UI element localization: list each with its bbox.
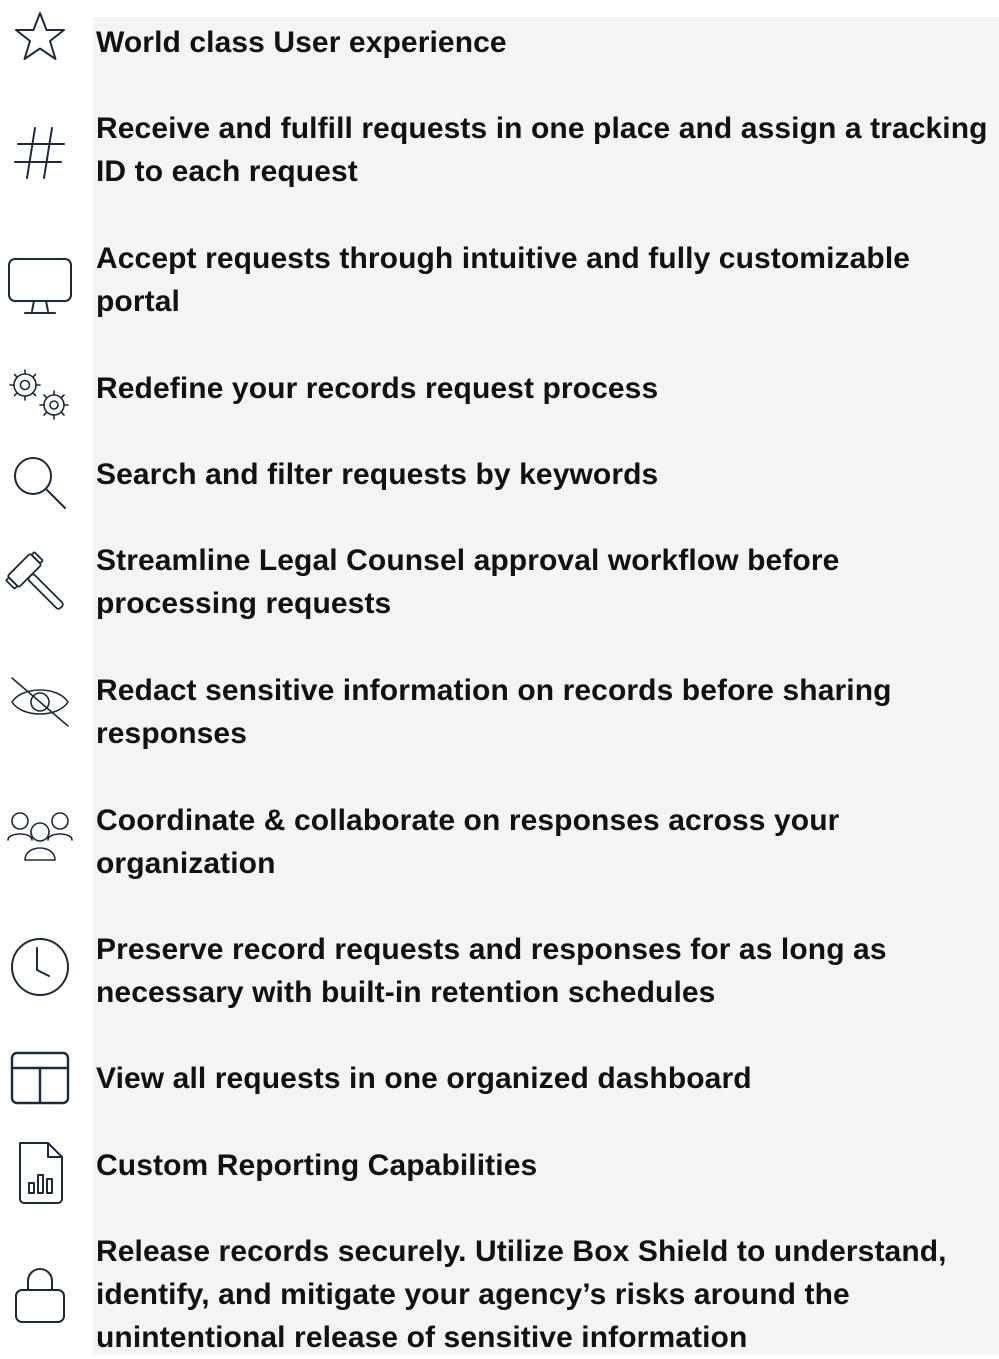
eye-slash-icon [0,670,80,734]
hashtag-icon [0,120,80,184]
feature-text-dashboard: View all requests in one organized dashb… [96,1062,752,1095]
feature-text-release-securely: Release records securely. Utilize Box Sh… [96,1235,947,1354]
feature-text-search-filter: Search and filter requests by keywords [96,458,659,491]
users-icon [0,806,80,866]
clock-icon [0,934,80,1000]
feature-text-coordinate: Coordinate & collaborate on responses ac… [96,804,840,880]
feature-text-redefine-process: Redefine your records request process [96,372,659,405]
feature-text-retention: Preserve record requests and responses f… [96,933,887,1009]
feature-text-redact: Redact sensitive information on records … [96,674,892,750]
feature-text-portal: Accept requests through intuitive and fu… [96,242,911,318]
gavel-icon [0,548,80,624]
monitor-icon [0,254,80,320]
feature-text-user-experience: World class User experience [96,26,507,59]
layout-icon [0,1048,80,1108]
lock-icon [0,1262,80,1328]
report-file-icon [0,1136,80,1208]
feature-text-legal-counsel: Streamline Legal Counsel approval workfl… [96,544,840,620]
feature-text-tracking-id: Receive and fulfill requests in one plac… [96,112,988,188]
search-icon [0,450,80,516]
gears-icon [0,365,80,425]
star-icon [0,8,80,68]
feature-text-reporting: Custom Reporting Capabilities [96,1149,538,1182]
